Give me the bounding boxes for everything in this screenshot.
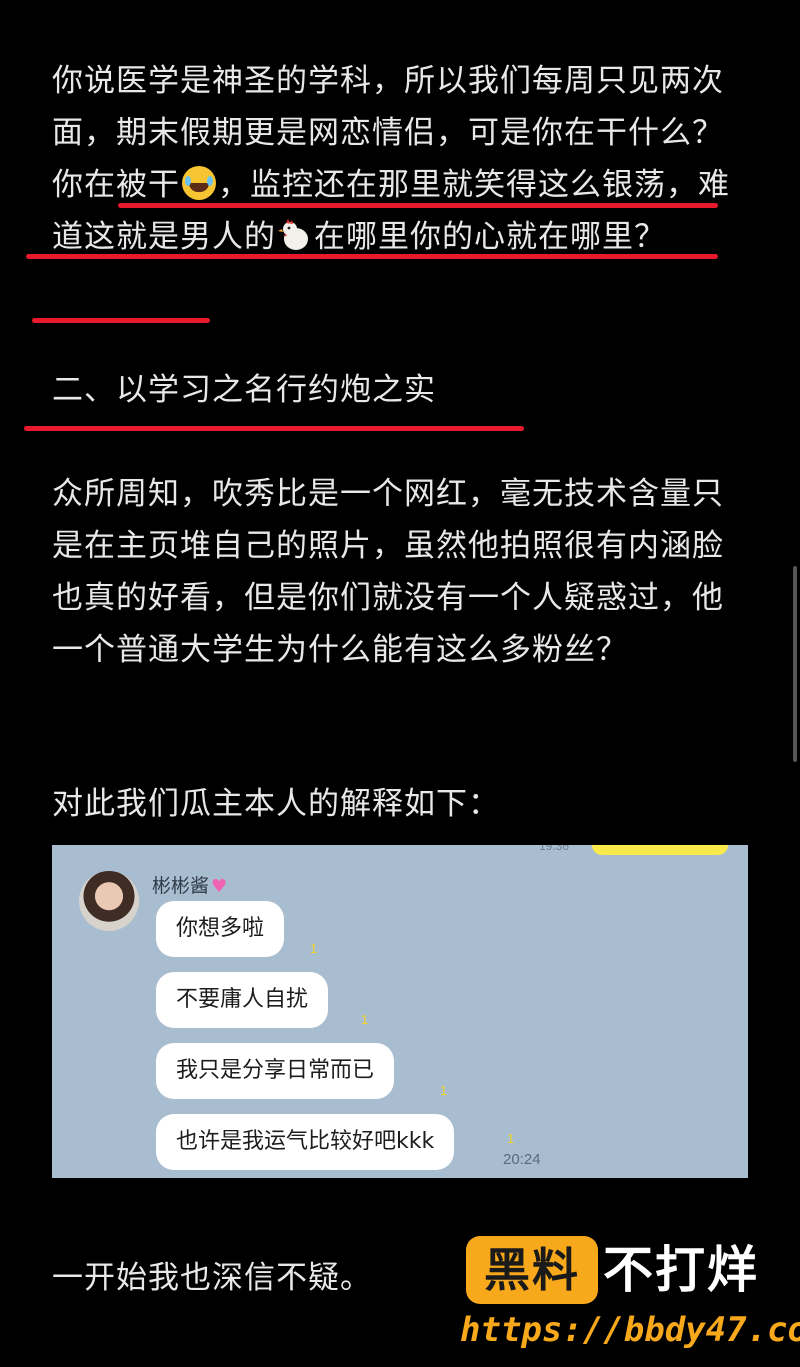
chat-message-text: 也许是我运气比较好吧kkk xyxy=(176,1129,435,1154)
paragraph-explanation: 众所周知，吹秀比是一个网红，毫无技术含量只是在主页堆自己的照片，虽然他拍照很有内… xyxy=(52,476,724,668)
chat-message-text: 你想多啦 xyxy=(176,916,265,941)
section-heading: 二、以学习之名行约炮之实 xyxy=(52,372,436,408)
message-time: 20:24 xyxy=(503,1151,541,1168)
paragraph-intro-text-d: 在哪里你的心就在哪里？ xyxy=(314,219,666,255)
chat-message-text: 不要庸人自扰 xyxy=(176,987,309,1012)
avatar xyxy=(79,871,139,931)
read-count: 1 xyxy=(361,1012,369,1027)
heart-icon: ♥ xyxy=(211,876,228,897)
paragraph-intro-text-b: 你在被干 xyxy=(52,167,180,203)
chat-outgoing-bubble xyxy=(592,845,728,855)
sender-name-text: 彬彬酱 xyxy=(152,875,210,897)
chat-message: 不要庸人自扰 xyxy=(156,972,329,1028)
chat-top-time: 19:36 xyxy=(539,845,570,853)
paragraph-intro-text-a: 你说医学是神圣的学科，所以我们每周只见两次面，期末假期更是网恋情侣，可是你在干什… xyxy=(52,63,724,151)
chat-message: 你想多啦 xyxy=(156,901,285,957)
read-count: 1 xyxy=(507,1131,515,1146)
paragraph-intro: 你说医学是神圣的学科，所以我们每周只见两次面，期末假期更是网恋情侣，可是你在干什… xyxy=(52,55,742,263)
read-count: 1 xyxy=(440,1083,448,1098)
read-count: 1 xyxy=(310,941,318,956)
highlight-underline-3 xyxy=(32,318,210,323)
sender-name: 彬彬酱 ♥ xyxy=(152,871,227,898)
highlight-underline-1 xyxy=(118,203,718,208)
watermark-url: https://bbdy47.com xyxy=(460,1310,800,1350)
chat-message-text: 我只是分享日常而已 xyxy=(176,1058,375,1083)
paragraph-quote-intro: 对此我们瓜主本人的解释如下： xyxy=(52,786,500,822)
laughing-tears-emoji-icon xyxy=(182,166,216,200)
heading-underline xyxy=(24,426,524,431)
scrollbar[interactable] xyxy=(793,566,797,762)
chat-message: 也许是我运气比较好吧kkk xyxy=(156,1114,455,1170)
watermark-logo: 黑料 xyxy=(466,1236,598,1304)
highlight-underline-2 xyxy=(26,254,718,259)
chat-screenshot: 19:36 彬彬酱 ♥ 你想多啦 1 不要庸人自扰 1 我只是分享日常而已 1 也… xyxy=(52,845,748,1178)
watermark-name: 不打烊 xyxy=(603,1241,759,1299)
chat-message: 我只是分享日常而已 xyxy=(156,1043,395,1099)
chicken-emoji-icon xyxy=(278,216,312,250)
